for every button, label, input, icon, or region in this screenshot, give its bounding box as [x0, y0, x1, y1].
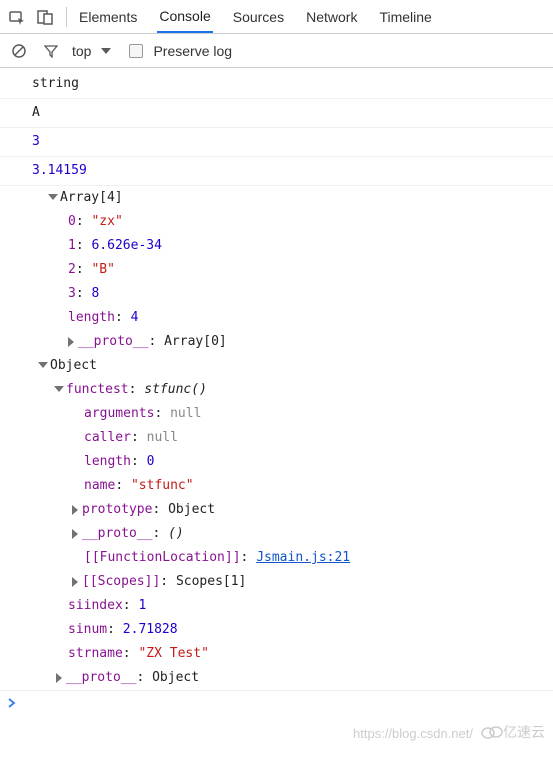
chevron-down-icon: [101, 48, 111, 54]
object-prop[interactable]: [[FunctionLocation]]: Jsmain.js:21: [0, 546, 553, 570]
object-prop[interactable]: sinum: 2.71828: [0, 618, 553, 642]
console-toolbar: top Preserve log: [0, 34, 553, 68]
expand-icon[interactable]: [68, 337, 74, 347]
array-item[interactable]: 1: 6.626e-34: [0, 234, 553, 258]
object-prop[interactable]: [[Scopes]]: Scopes[1]: [0, 570, 553, 594]
tab-timeline[interactable]: Timeline: [377, 0, 433, 33]
expand-icon[interactable]: [54, 386, 64, 392]
separator: [66, 7, 67, 27]
object-prop[interactable]: siindex: 1: [0, 594, 553, 618]
expand-icon[interactable]: [56, 673, 62, 683]
object-prop[interactable]: __proto__: (): [0, 522, 553, 546]
console-output: string A 3 3.14159 Array[4] 0: "zx" 1: 6…: [0, 68, 553, 690]
expand-icon[interactable]: [48, 194, 58, 200]
array-header[interactable]: Array[4]: [0, 186, 553, 210]
tab-console[interactable]: Console: [157, 0, 212, 33]
array-length[interactable]: length: 4: [0, 306, 553, 330]
array-item[interactable]: 0: "zx": [0, 210, 553, 234]
object-header[interactable]: Object: [0, 354, 553, 378]
expand-icon[interactable]: [72, 529, 78, 539]
context-label: top: [72, 43, 91, 59]
device-icon[interactable]: [34, 6, 56, 28]
array-item[interactable]: 3: 8: [0, 282, 553, 306]
console-prompt[interactable]: [0, 690, 553, 718]
log-line[interactable]: 3: [0, 128, 553, 157]
log-line[interactable]: string: [0, 70, 553, 99]
preserve-log-checkbox[interactable]: [129, 44, 143, 58]
array-item[interactable]: 2: "B": [0, 258, 553, 282]
expand-icon[interactable]: [72, 505, 78, 515]
clear-console-icon[interactable]: [8, 40, 30, 62]
watermark: https://blog.csdn.net/ 亿速云: [0, 718, 553, 750]
object-prop[interactable]: prototype: Object: [0, 498, 553, 522]
tab-elements[interactable]: Elements: [77, 0, 139, 33]
array-proto[interactable]: __proto__: Array[0]: [0, 330, 553, 354]
preserve-log-label: Preserve log: [153, 43, 232, 59]
object-prop[interactable]: length: 0: [0, 450, 553, 474]
tab-sources[interactable]: Sources: [231, 0, 286, 33]
object-prop[interactable]: name: "stfunc": [0, 474, 553, 498]
source-link[interactable]: Jsmain.js:21: [256, 550, 350, 565]
inspect-icon[interactable]: [6, 6, 28, 28]
context-selector[interactable]: top: [72, 43, 111, 59]
object-prop[interactable]: __proto__: Object: [0, 666, 553, 690]
tab-network[interactable]: Network: [304, 0, 359, 33]
object-prop[interactable]: strname: "ZX Test": [0, 642, 553, 666]
expand-icon[interactable]: [38, 362, 48, 368]
log-line[interactable]: 3.14159: [0, 157, 553, 186]
filter-icon[interactable]: [40, 40, 62, 62]
object-prop[interactable]: caller: null: [0, 426, 553, 450]
main-toolbar: Elements Console Sources Network Timelin…: [0, 0, 553, 34]
chevron-right-icon: [8, 698, 16, 708]
object-prop[interactable]: functest: stfunc(): [0, 378, 553, 402]
object-prop[interactable]: arguments: null: [0, 402, 553, 426]
log-line[interactable]: A: [0, 99, 553, 128]
watermark-logo: 亿速云: [481, 722, 545, 742]
expand-icon[interactable]: [72, 577, 78, 587]
watermark-url: https://blog.csdn.net/: [353, 726, 473, 741]
panel-tabs: Elements Console Sources Network Timelin…: [77, 0, 434, 33]
